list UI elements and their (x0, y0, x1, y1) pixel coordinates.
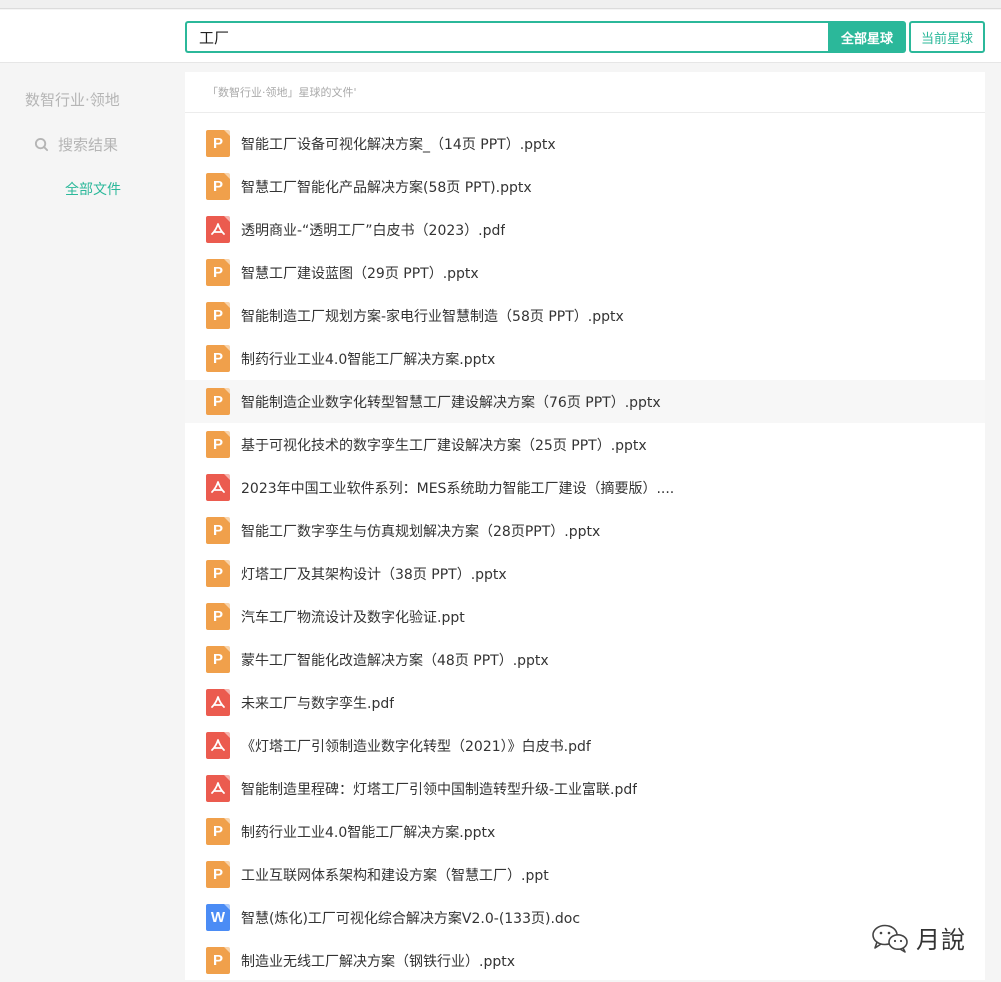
ppt-file-icon: P (206, 431, 230, 458)
watermark-text: 月說 (916, 926, 966, 954)
ppt-file-icon: P (206, 603, 230, 630)
file-name[interactable]: 制药行业工业4.0智能工厂解决方案.pptx (241, 822, 495, 842)
file-row[interactable]: P 智能工厂数字孪生与仿真规划解决方案（28页PPT）.pptx (185, 509, 985, 552)
file-row[interactable]: P 制药行业工业4.0智能工厂解决方案.pptx (185, 337, 985, 380)
sidebar-title[interactable]: 数智行业·领地 (25, 89, 120, 110)
ppt-file-icon: P (206, 517, 230, 544)
file-panel-header: 「数智行业·领地」星球的文件' (185, 72, 985, 113)
file-row[interactable]: 2023年中国工业软件系列：MES系统助力智能工厂建设（摘要版）.... (185, 466, 985, 509)
file-list: P 智能工厂设备可视化解决方案_（14页 PPT）.pptx P 智慧工厂智能化产品解… (185, 113, 985, 982)
ppt-file-icon: P (206, 560, 230, 587)
ppt-file-icon: P (206, 947, 230, 974)
file-row[interactable]: P 汽车工厂物流设计及数字化验证.ppt (185, 595, 985, 638)
search-header: 全部星球 当前星球 (0, 10, 1001, 63)
file-row[interactable]: W 智慧(炼化)工厂可视化综合解决方案V2.0-(133页).doc (185, 896, 985, 939)
pdf-file-icon (206, 732, 230, 759)
search-icon (34, 137, 49, 152)
file-name[interactable]: 智慧工厂建设蓝图（29页 PPT）.pptx (241, 263, 479, 283)
search-current-planet-button[interactable]: 当前星球 (909, 21, 985, 53)
ppt-file-icon: P (206, 861, 230, 888)
sidebar-item-all-files[interactable]: 全部文件 (65, 179, 121, 199)
file-name[interactable]: 智慧(炼化)工厂可视化综合解决方案V2.0-(133页).doc (241, 908, 580, 928)
word-file-icon: W (206, 904, 230, 931)
file-row[interactable]: P 智慧工厂建设蓝图（29页 PPT）.pptx (185, 251, 985, 294)
file-row[interactable]: P 智慧工厂智能化产品解决方案(58页 PPT).pptx (185, 165, 985, 208)
search-bar: 全部星球 (185, 21, 906, 53)
file-panel: 「数智行业·领地」星球的文件' P 智能工厂设备可视化解决方案_（14页 PPT）… (185, 72, 985, 980)
file-row[interactable]: P 智能制造企业数字化转型智慧工厂建设解决方案（76页 PPT）.pptx (185, 380, 985, 423)
ppt-file-icon: P (206, 345, 230, 372)
file-row[interactable]: 未来工厂与数字孪生.pdf (185, 681, 985, 724)
file-row[interactable]: P 智能工厂设备可视化解决方案_（14页 PPT）.pptx (185, 122, 985, 165)
ppt-file-icon: P (206, 302, 230, 329)
file-name[interactable]: 汽车工厂物流设计及数字化验证.ppt (241, 607, 465, 627)
ppt-file-icon: P (206, 259, 230, 286)
file-row[interactable]: P 基于可视化技术的数字孪生工厂建设解决方案（25页 PPT）.pptx (185, 423, 985, 466)
sidebar-item-label: 搜索结果 (58, 136, 119, 154)
ppt-file-icon: P (206, 818, 230, 845)
file-name[interactable]: 智能制造里程碑：灯塔工厂引领中国制造转型升级-工业富联.pdf (241, 779, 637, 799)
file-row[interactable]: 智能制造里程碑：灯塔工厂引领中国制造转型升级-工业富联.pdf (185, 767, 985, 810)
ppt-file-icon: P (206, 388, 230, 415)
sidebar: 数智行业·领地 搜索结果 全部文件 (0, 64, 185, 980)
ppt-file-icon: P (206, 130, 230, 157)
pdf-file-icon (206, 689, 230, 716)
ppt-file-icon: P (206, 173, 230, 200)
file-name[interactable]: 智能制造企业数字化转型智慧工厂建设解决方案（76页 PPT）.pptx (241, 392, 661, 412)
pdf-file-icon (206, 775, 230, 802)
ppt-file-icon: P (206, 646, 230, 673)
file-row[interactable]: 透明商业-“透明工厂”白皮书（2023）.pdf (185, 208, 985, 251)
top-divider (0, 0, 1001, 9)
file-name[interactable]: 制造业无线工厂解决方案（钢铁行业）.pptx (241, 951, 515, 971)
watermark: 月說 (870, 920, 966, 955)
sidebar-item-search-results[interactable]: 搜索结果 (34, 134, 118, 155)
file-row[interactable]: P 蒙牛工厂智能化改造解决方案（48页 PPT）.pptx (185, 638, 985, 681)
file-row[interactable]: P 制药行业工业4.0智能工厂解决方案.pptx (185, 810, 985, 853)
pdf-file-icon (206, 474, 230, 501)
file-name[interactable]: 基于可视化技术的数字孪生工厂建设解决方案（25页 PPT）.pptx (241, 435, 647, 455)
file-name[interactable]: 制药行业工业4.0智能工厂解决方案.pptx (241, 349, 495, 369)
file-row[interactable]: P 制造业无线工厂解决方案（钢铁行业）.pptx (185, 939, 985, 982)
file-name[interactable]: 灯塔工厂及其架构设计（38页 PPT）.pptx (241, 564, 507, 584)
search-all-planets-button[interactable]: 全部星球 (828, 21, 906, 53)
file-name[interactable]: 未来工厂与数字孪生.pdf (241, 693, 394, 713)
file-row[interactable]: 《灯塔工厂引领制造业数字化转型（2021）》白皮书.pdf (185, 724, 985, 767)
file-name[interactable]: 智慧工厂智能化产品解决方案(58页 PPT).pptx (241, 177, 532, 197)
file-name[interactable]: 智能制造工厂规划方案-家电行业智慧制造（58页 PPT）.pptx (241, 306, 624, 326)
file-name[interactable]: 2023年中国工业软件系列：MES系统助力智能工厂建设（摘要版）.... (241, 478, 674, 498)
file-row[interactable]: P 灯塔工厂及其架构设计（38页 PPT）.pptx (185, 552, 985, 595)
file-name[interactable]: 透明商业-“透明工厂”白皮书（2023）.pdf (241, 220, 505, 240)
pdf-file-icon (206, 216, 230, 243)
file-name[interactable]: 《灯塔工厂引领制造业数字化转型（2021）》白皮书.pdf (241, 736, 591, 756)
wechat-icon (872, 924, 908, 953)
file-name[interactable]: 智能工厂设备可视化解决方案_（14页 PPT）.pptx (241, 134, 556, 154)
file-row[interactable]: P 智能制造工厂规划方案-家电行业智慧制造（58页 PPT）.pptx (185, 294, 985, 337)
file-row[interactable]: P 工业互联网体系架构和建设方案（智慧工厂）.ppt (185, 853, 985, 896)
file-name[interactable]: 工业互联网体系架构和建设方案（智慧工厂）.ppt (241, 865, 549, 885)
search-input[interactable] (185, 21, 828, 53)
file-name[interactable]: 智能工厂数字孪生与仿真规划解决方案（28页PPT）.pptx (241, 521, 600, 541)
file-name[interactable]: 蒙牛工厂智能化改造解决方案（48页 PPT）.pptx (241, 650, 549, 670)
